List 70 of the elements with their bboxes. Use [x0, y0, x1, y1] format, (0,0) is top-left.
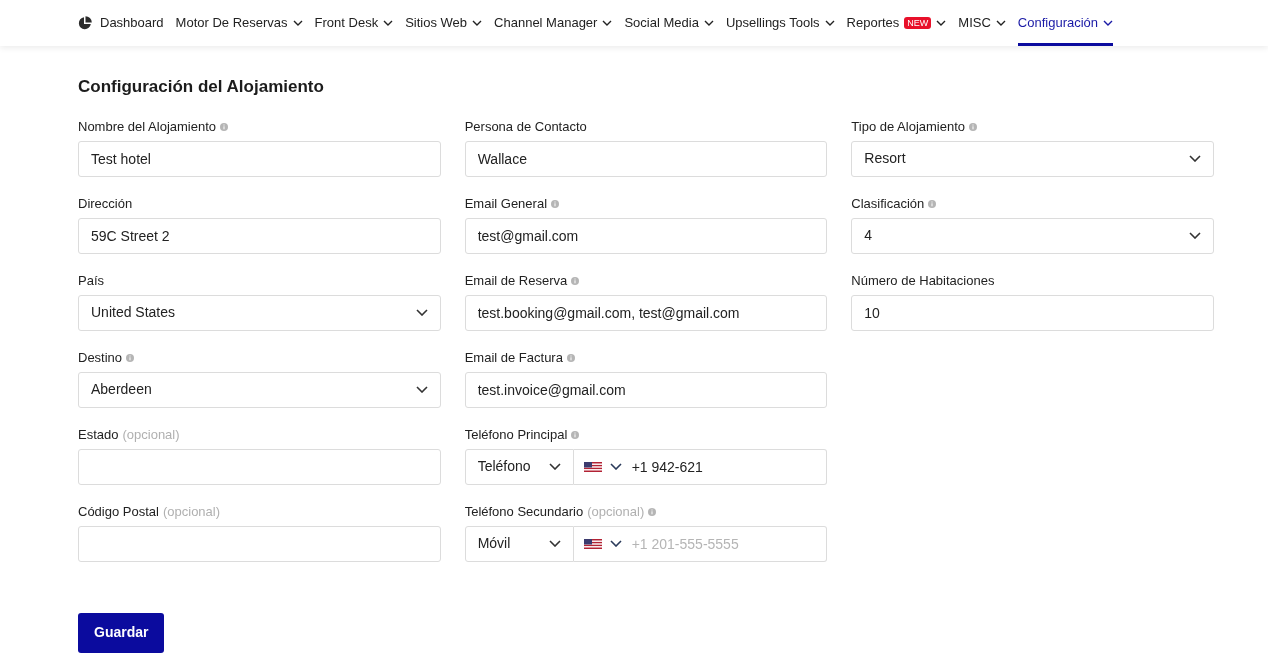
country-code-select[interactable] — [573, 448, 628, 485]
select-dropdown[interactable]: United States — [78, 294, 441, 331]
field-label: Código Postal — [78, 502, 159, 521]
info-icon[interactable] — [571, 276, 580, 285]
flag-icon — [583, 538, 602, 549]
optional-note: (opcional) — [587, 502, 645, 521]
field-label: Email General — [464, 194, 548, 213]
field-label: Email de Reserva — [464, 271, 568, 290]
chevron-down-icon — [415, 309, 428, 316]
select-dropdown[interactable]: Resort — [851, 140, 1214, 177]
country-code-select[interactable] — [573, 525, 628, 562]
optional-note: (opcional) — [162, 502, 221, 521]
field-label: Teléfono Secundario — [464, 502, 584, 521]
nav-menu-item[interactable]: Reportes NEW — [846, 0, 947, 46]
optional-note: (opcional) — [122, 425, 180, 444]
phone-number-field[interactable]: +1 201-555-5555 — [627, 525, 828, 562]
text-input-field[interactable]: Wallace — [464, 140, 828, 177]
phone-number-field[interactable]: +1 942-621 — [627, 448, 828, 485]
info-icon[interactable] — [648, 507, 657, 516]
field-label: Estado — [78, 425, 119, 444]
nav-menu-item[interactable]: Motor De Reservas — [175, 0, 303, 46]
new-badge: NEW — [904, 17, 932, 29]
nav-menu-item[interactable]: MISC — [958, 0, 1006, 46]
page-title: Configuración del Alojamiento — [78, 76, 325, 98]
nav-menu-item[interactable]: Configuración — [1017, 0, 1114, 46]
nav-menu-item[interactable]: Sitios Web — [405, 0, 483, 46]
nav-menu-item[interactable]: Dashboard — [78, 0, 164, 46]
phone-type-select[interactable]: Teléfono — [464, 448, 574, 485]
info-icon[interactable] — [571, 430, 580, 439]
phone-type-select[interactable]: Móvil — [464, 525, 574, 562]
field-label: Número de Habitaciones — [851, 271, 995, 290]
text-input-field[interactable]: Test hotel — [78, 140, 441, 177]
info-icon[interactable] — [928, 199, 937, 208]
field-label: Clasificación — [851, 194, 925, 213]
info-icon[interactable] — [126, 353, 135, 362]
chevron-down-icon — [609, 540, 622, 547]
text-input-field[interactable] — [78, 448, 441, 485]
field-label: Email de Factura — [464, 348, 563, 367]
field-label: Dirección — [78, 194, 133, 213]
chevron-down-icon — [609, 463, 622, 470]
nav-menu-item[interactable]: Social Media — [624, 0, 714, 46]
chevron-down-icon — [548, 463, 561, 470]
field-label: País — [78, 271, 104, 290]
info-icon[interactable] — [220, 122, 229, 131]
select-dropdown[interactable]: 4 — [851, 217, 1214, 254]
field-label: Nombre del Alojamiento — [78, 117, 217, 136]
chevron-down-icon — [415, 386, 428, 393]
text-input-field[interactable] — [78, 525, 441, 562]
text-input-field[interactable]: test.booking@gmail.com, test@gmail.com — [464, 294, 828, 331]
chevron-down-icon — [1189, 232, 1201, 239]
save-button[interactable]: Guardar — [78, 612, 165, 653]
field-label: Persona de Contacto — [464, 117, 587, 136]
field-label: Teléfono Principal — [464, 425, 568, 444]
field-label: Tipo de Alojamiento — [851, 117, 966, 136]
text-input-field[interactable]: test@gmail.com — [464, 217, 828, 254]
nav-menu-item[interactable]: Front Desk — [314, 0, 394, 46]
pie-chart-icon — [78, 16, 92, 30]
text-input-field[interactable]: 59C Street 2 — [78, 217, 441, 254]
chevron-down-icon — [548, 540, 561, 547]
field-label: Destino — [78, 348, 123, 367]
text-input-field[interactable]: 10 — [851, 294, 1214, 331]
chevron-down-icon — [1189, 155, 1201, 162]
nav-menu-item[interactable]: Channel Manager — [494, 0, 613, 46]
info-icon[interactable] — [566, 353, 575, 362]
text-input-field[interactable]: test.invoice@gmail.com — [464, 371, 828, 408]
select-dropdown[interactable]: Aberdeen — [78, 371, 441, 408]
flag-icon — [583, 461, 602, 472]
info-icon[interactable] — [969, 122, 978, 131]
nav-menu-item[interactable]: Upsellings Tools — [725, 0, 835, 46]
info-icon[interactable] — [551, 199, 560, 208]
